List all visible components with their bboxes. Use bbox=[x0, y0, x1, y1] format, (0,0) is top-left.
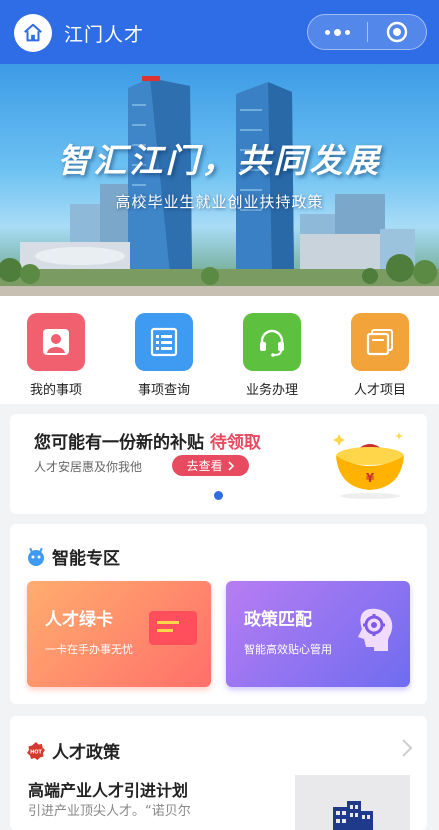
grid-item-my-matters[interactable]: 我的事项 bbox=[6, 313, 106, 398]
app-title: 江门人才 bbox=[64, 24, 145, 46]
card-icon bbox=[149, 611, 197, 645]
banner-subtitle: 高校毕业生就业创业扶持政策 bbox=[115, 193, 324, 211]
card-title: 人才绿卡 bbox=[45, 610, 113, 630]
policy-header: HOT 人才政策 bbox=[26, 738, 120, 763]
svg-text:HOT: HOT bbox=[30, 749, 42, 755]
building-icon bbox=[332, 801, 373, 830]
policy-match-card[interactable]: 政策匹配 智能高效贴心管用 bbox=[226, 581, 410, 687]
subsidy-subtitle: 人才安居惠及你我他 bbox=[34, 460, 143, 474]
card-subtitle: 一卡在手办事无忧 bbox=[45, 643, 133, 656]
carousel-indicator[interactable] bbox=[214, 491, 223, 500]
policy-thumbnail[interactable] bbox=[295, 775, 410, 830]
grid-label: 人才项目 bbox=[353, 383, 406, 398]
talent-green-card[interactable]: 人才绿卡 一卡在手办事无忧 bbox=[27, 581, 211, 687]
grid-item-business[interactable]: 业务办理 bbox=[222, 313, 322, 398]
smart-zone-title: 智能专区 bbox=[52, 549, 120, 569]
card-subtitle: 智能高效贴心管用 bbox=[244, 643, 332, 656]
folder-icon bbox=[351, 313, 409, 371]
target-circle-icon bbox=[386, 21, 408, 43]
smart-zone-section: 智能专区 人才绿卡 一卡在手办事无忧 政策匹配 智能高效贴心管用 bbox=[10, 524, 427, 704]
grid-item-matter-query[interactable]: 事项查询 bbox=[114, 313, 214, 398]
view-subsidy-button[interactable]: 去查看 bbox=[172, 455, 249, 476]
subsidy-title: 您可能有一份新的补贴 待领取 bbox=[34, 433, 261, 453]
home-button[interactable] bbox=[14, 14, 52, 52]
person-icon bbox=[27, 313, 85, 371]
chevron-right-icon bbox=[227, 460, 234, 471]
grid-item-talent-project[interactable]: 人才项目 bbox=[330, 313, 430, 398]
robot-icon bbox=[28, 547, 44, 566]
card-title: 政策匹配 bbox=[244, 610, 312, 630]
promo-banner[interactable]: 智汇江门，共同发展 高校毕业生就业创业扶持政策 bbox=[0, 64, 439, 296]
gold-ingot-icon: ¥ bbox=[333, 432, 404, 499]
grid-label: 我的事项 bbox=[29, 383, 82, 398]
svg-text:¥: ¥ bbox=[366, 471, 375, 485]
list-icon bbox=[135, 313, 193, 371]
view-subsidy-label: 去查看 bbox=[186, 459, 223, 473]
headset-icon bbox=[243, 313, 301, 371]
banner-title: 智汇江门，共同发展 bbox=[57, 141, 382, 180]
smart-zone-header: 智能专区 bbox=[26, 544, 120, 569]
policy-title: 人才政策 bbox=[52, 743, 120, 763]
talent-policy-section: HOT 人才政策 高端产业人才引进计划 引进产业顶尖人才。“诺贝尔 bbox=[10, 716, 427, 830]
subsidy-highlight: 待领取 bbox=[209, 433, 261, 453]
mini-program-capsule bbox=[307, 14, 427, 50]
home-icon bbox=[24, 23, 42, 42]
more-menu-button[interactable] bbox=[308, 15, 367, 49]
policy-item-summary: 引进产业顶尖人才。“诺贝尔 bbox=[28, 804, 191, 819]
top-nav-bar: 江门人才 bbox=[0, 0, 439, 64]
subsidy-card[interactable]: 您可能有一份新的补贴 待领取 人才安居惠及你我他 去查看 ¥ bbox=[10, 414, 427, 514]
policy-item-title[interactable]: 高端产业人才引进计划 bbox=[28, 777, 188, 801]
hot-badge-icon: HOT bbox=[27, 741, 45, 760]
service-grid: 我的事项 事项查询 业务办理 人才项目 bbox=[0, 296, 439, 404]
close-mini-program-button[interactable] bbox=[368, 15, 426, 49]
grid-label: 业务办理 bbox=[245, 383, 298, 398]
chevron-right-icon[interactable] bbox=[401, 738, 413, 758]
brain-gear-icon bbox=[358, 608, 393, 651]
grid-label: 事项查询 bbox=[137, 383, 190, 398]
